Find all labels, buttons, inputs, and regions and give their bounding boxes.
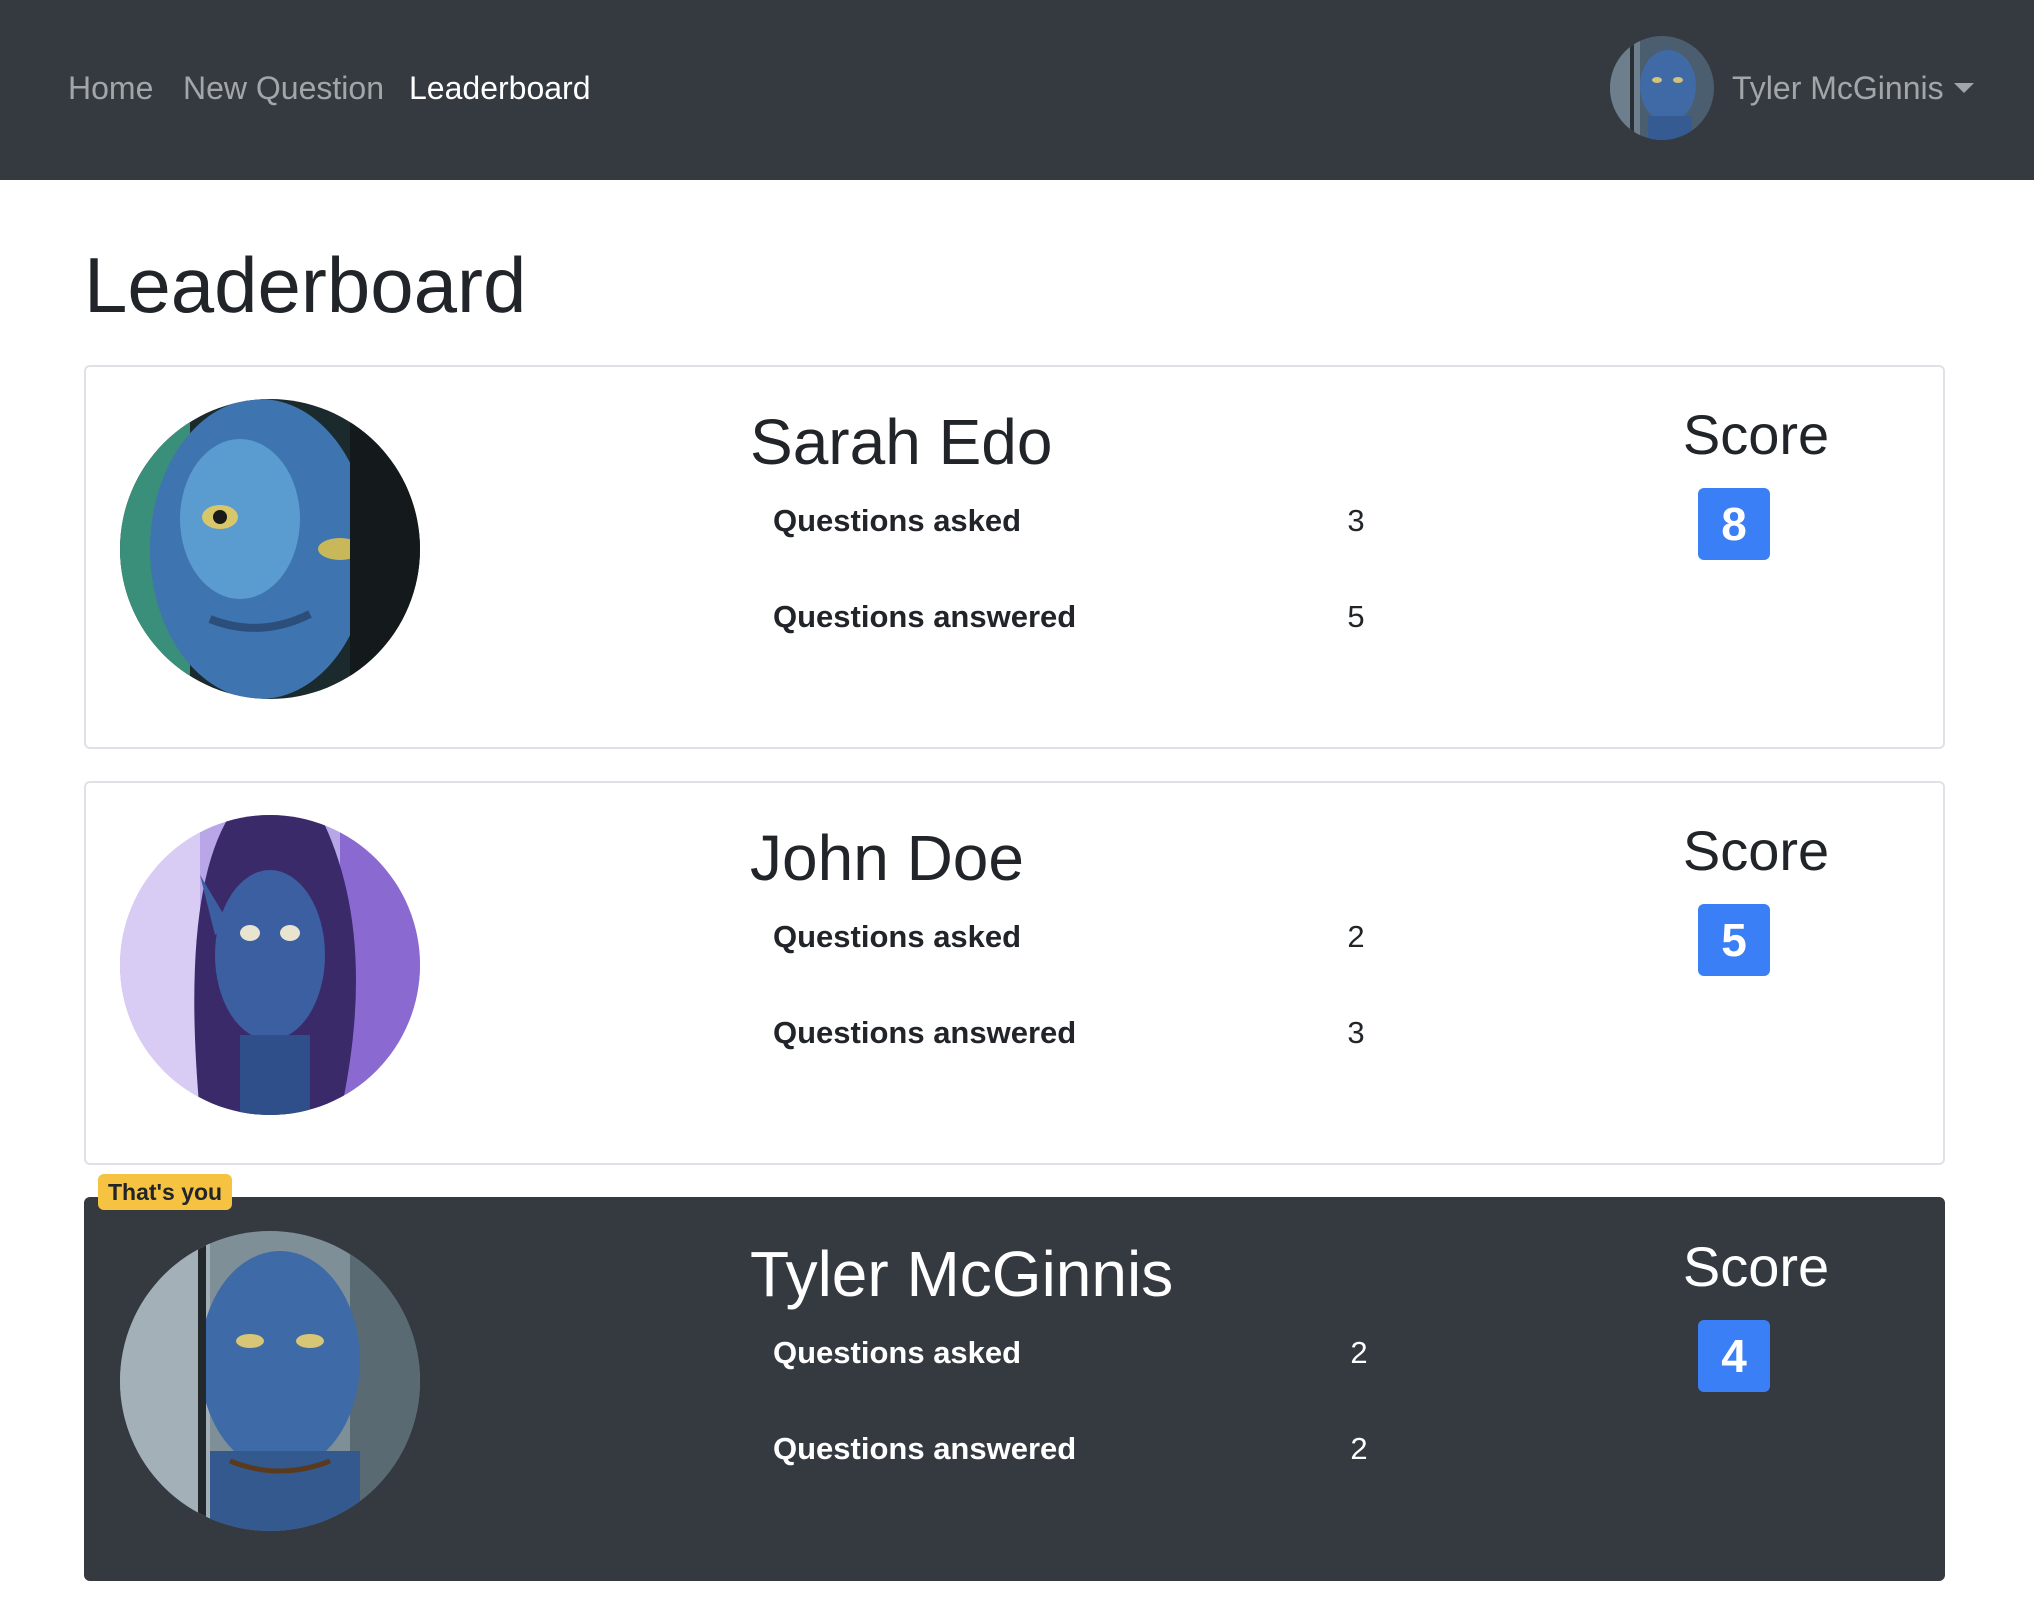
user-menu-dropdown[interactable]: Tyler McGinnis <box>1610 36 1974 140</box>
questions-asked-value: 2 <box>1350 1335 1368 1370</box>
navbar: Home New Question Leaderboard Tyler McGi… <box>0 0 2034 180</box>
avatar <box>1610 36 1714 140</box>
user-name: Tyler McGinnis <box>750 1238 1174 1310</box>
nav-link-new-question[interactable]: New Question <box>183 68 384 108</box>
nav-link-home[interactable]: Home <box>68 68 153 108</box>
questions-answered-value: 2 <box>1350 1431 1368 1466</box>
questions-asked-value: 3 <box>1347 503 1365 538</box>
avatar <box>120 399 420 699</box>
current-user-badge: That's you <box>98 1174 233 1210</box>
score-title: Score <box>1682 403 1830 466</box>
leaderboard-card: Sarah Edo Questions asked 3 Questions an… <box>84 365 1945 749</box>
questions-answered-label: Questions answered <box>773 1015 1077 1050</box>
score-badge: 5 <box>1698 904 1770 976</box>
questions-answered-label: Questions answered <box>773 1431 1077 1466</box>
questions-asked-value: 2 <box>1347 919 1365 954</box>
questions-asked-label: Questions asked <box>773 1335 1022 1370</box>
score-badge: 4 <box>1698 1320 1770 1392</box>
score-title: Score <box>1682 819 1830 882</box>
chevron-down-icon <box>1953 83 1974 93</box>
questions-answered-value: 3 <box>1347 1015 1365 1050</box>
questions-asked-label: Questions asked <box>773 503 1022 538</box>
page-title: Leaderboard <box>84 241 527 329</box>
user-name: Sarah Edo <box>750 406 1053 478</box>
leaderboard-card: John Doe Questions asked 2 Questions ans… <box>84 781 1945 1165</box>
questions-asked-label: Questions asked <box>773 919 1022 954</box>
avatar <box>120 815 420 1115</box>
score-title: Score <box>1682 1235 1830 1298</box>
avatar <box>120 1231 420 1531</box>
user-name: John Doe <box>750 822 1024 894</box>
score-badge: 8 <box>1698 488 1770 560</box>
questions-answered-label: Questions answered <box>773 599 1077 634</box>
user-name: Tyler McGinnis <box>1732 70 1944 106</box>
questions-answered-value: 5 <box>1347 599 1365 634</box>
leaderboard-card-current-user: Tyler McGinnis Questions asked 2 Questio… <box>84 1197 1945 1581</box>
nav-link-leaderboard[interactable]: Leaderboard <box>409 68 590 108</box>
